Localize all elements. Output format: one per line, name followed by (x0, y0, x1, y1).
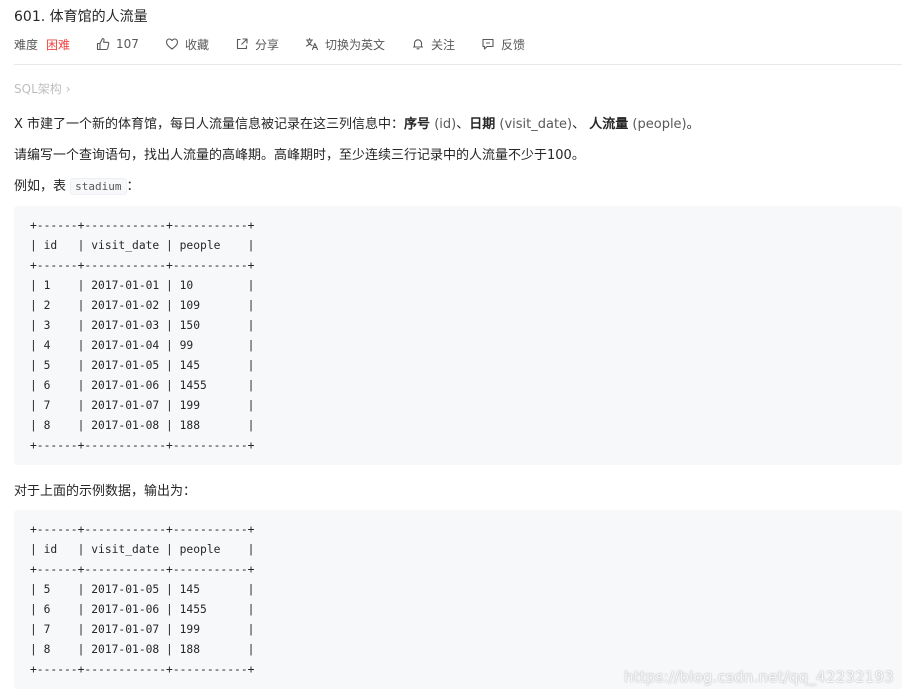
output-table-codeblock: +------+------------+-----------+ | id |… (14, 510, 902, 689)
translate-icon (305, 37, 319, 51)
thumbs-up-icon (96, 37, 110, 51)
description-paragraph-1: X 市建了一个新的体育馆，每日人流量信息被记录在这三列信息中：序号 (id)、日… (14, 117, 700, 132)
table-name-code: stadium (70, 178, 127, 195)
term-people: 人流量 (589, 117, 629, 132)
favorite-button[interactable]: 收藏 (165, 36, 209, 53)
like-button[interactable]: 107 (96, 37, 139, 51)
like-count: 107 (116, 37, 139, 51)
breadcrumb-label: SQL架构 (14, 82, 62, 96)
bell-icon (412, 39, 424, 50)
example-table-codeblock: +------+------------+-----------+ | id |… (14, 206, 902, 465)
feedback-icon (482, 38, 494, 50)
share-icon (236, 38, 248, 50)
output-table-text: +------+------------+-----------+ | id |… (30, 523, 255, 676)
breadcrumb[interactable]: SQL架构 › (14, 80, 71, 97)
description-paragraph-2: 请编写一个查询语句，找出人流量的高峰期。高峰期时，至少连续三行记录中的人流量不少… (14, 148, 585, 163)
problem-title: 601. 体育馆的人流量 (14, 9, 148, 25)
switch-language-button[interactable]: 切换为英文 (305, 36, 385, 53)
description-paragraph-4: 对于上面的示例数据，输出为： (14, 484, 197, 499)
difficulty-badge: 困难 (46, 37, 71, 52)
heart-icon (165, 38, 178, 50)
share-button[interactable]: 分享 (235, 36, 279, 53)
watermark: https://blog.csdn.net/qq_42232193 (624, 668, 894, 686)
description-paragraph-3: 例如，表 stadium： (14, 178, 140, 195)
term-date: 日期 (469, 117, 496, 132)
example-table-text: +------+------------+-----------+ | id |… (30, 219, 255, 452)
follow-button[interactable]: 关注 (411, 36, 455, 53)
header-divider (14, 64, 902, 65)
feedback-button[interactable]: 反馈 (481, 36, 525, 53)
switch-language-label: 切换为英文 (324, 37, 385, 52)
chevron-right-icon: › (65, 81, 71, 96)
follow-label: 关注 (430, 37, 455, 52)
term-id: 序号 (404, 117, 431, 132)
share-label: 分享 (254, 37, 279, 52)
difficulty-label: 难度 (14, 37, 39, 52)
feedback-label: 反馈 (501, 37, 526, 52)
problem-meta-bar: 难度 困难 107 收藏 分享 切换为英文 关注 反馈 (14, 35, 551, 53)
favorite-label: 收藏 (184, 37, 209, 52)
